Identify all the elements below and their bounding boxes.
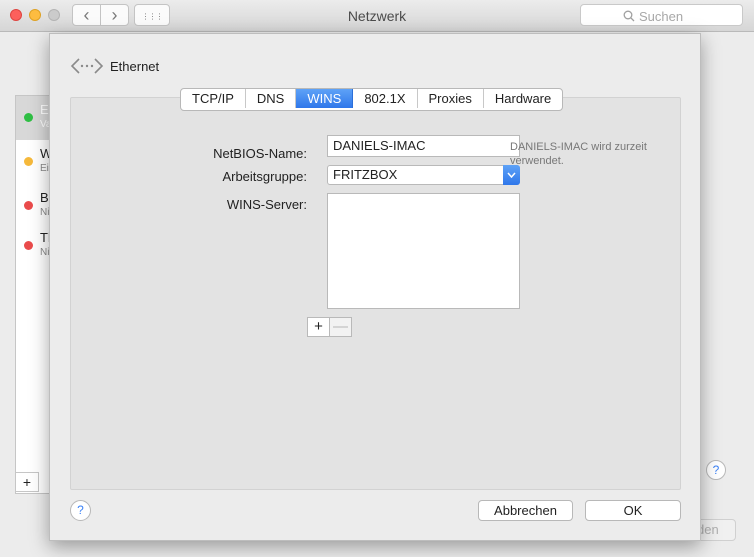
tab-proxies[interactable]: Proxies <box>418 89 484 108</box>
tab-8021x[interactable]: 802.1X <box>353 89 418 108</box>
tab-wins[interactable]: WINS <box>296 89 354 108</box>
netbios-name-input[interactable]: DANIELS-IMAC <box>327 135 520 157</box>
status-dot-icon <box>24 157 33 166</box>
ok-button[interactable]: OK <box>585 500 681 521</box>
search-input[interactable]: Suchen <box>580 4 743 26</box>
status-dot-icon <box>24 201 33 210</box>
netbios-label: NetBIOS-Name: <box>213 146 307 161</box>
remove-wins-server-button[interactable]: — <box>329 317 352 337</box>
add-service-button[interactable]: + <box>15 472 39 492</box>
workgroup-select[interactable]: FRITZBOX <box>327 165 520 185</box>
search-icon <box>623 10 635 22</box>
ethernet-icon <box>70 58 104 74</box>
ethernet-sheet: Ethernet NetBIOS-Name: DANIELS-IMAC DANI… <box>49 33 701 541</box>
status-dot-icon <box>24 113 33 122</box>
wins-server-list[interactable] <box>327 193 520 309</box>
add-wins-server-button[interactable]: + <box>307 317 330 337</box>
tab-tcpip[interactable]: TCP/IP <box>181 89 246 108</box>
tab-panel: NetBIOS-Name: DANIELS-IMAC DANIELS-IMAC … <box>70 97 681 490</box>
tab-hardware[interactable]: Hardware <box>484 89 562 108</box>
cancel-button[interactable]: Abbrechen <box>478 500 573 521</box>
help-button[interactable]: ? <box>70 500 91 521</box>
service-name: E <box>40 102 49 117</box>
sheet-title: Ethernet <box>110 59 160 74</box>
workgroup-value: FRITZBOX <box>333 167 398 182</box>
status-dot-icon <box>24 241 33 250</box>
chevron-down-icon <box>503 165 520 185</box>
wins-server-label: WINS-Server: <box>226 197 307 212</box>
tab-dns[interactable]: DNS <box>246 89 297 108</box>
background-help-button[interactable]: ? <box>706 460 726 480</box>
service-status: Ei <box>40 163 49 174</box>
search-placeholder: Suchen <box>639 9 684 24</box>
workgroup-label: Arbeitsgruppe: <box>222 169 307 184</box>
tab-bar: TCP/IP DNS WINS 802.1X Proxies Hardware <box>180 88 564 111</box>
netbios-hint: DANIELS-IMAC wird zurzeit verwendet. <box>510 141 647 167</box>
title-bar: ‹ › ⋮⋮⋮ Netzwerk Suchen <box>0 0 754 32</box>
